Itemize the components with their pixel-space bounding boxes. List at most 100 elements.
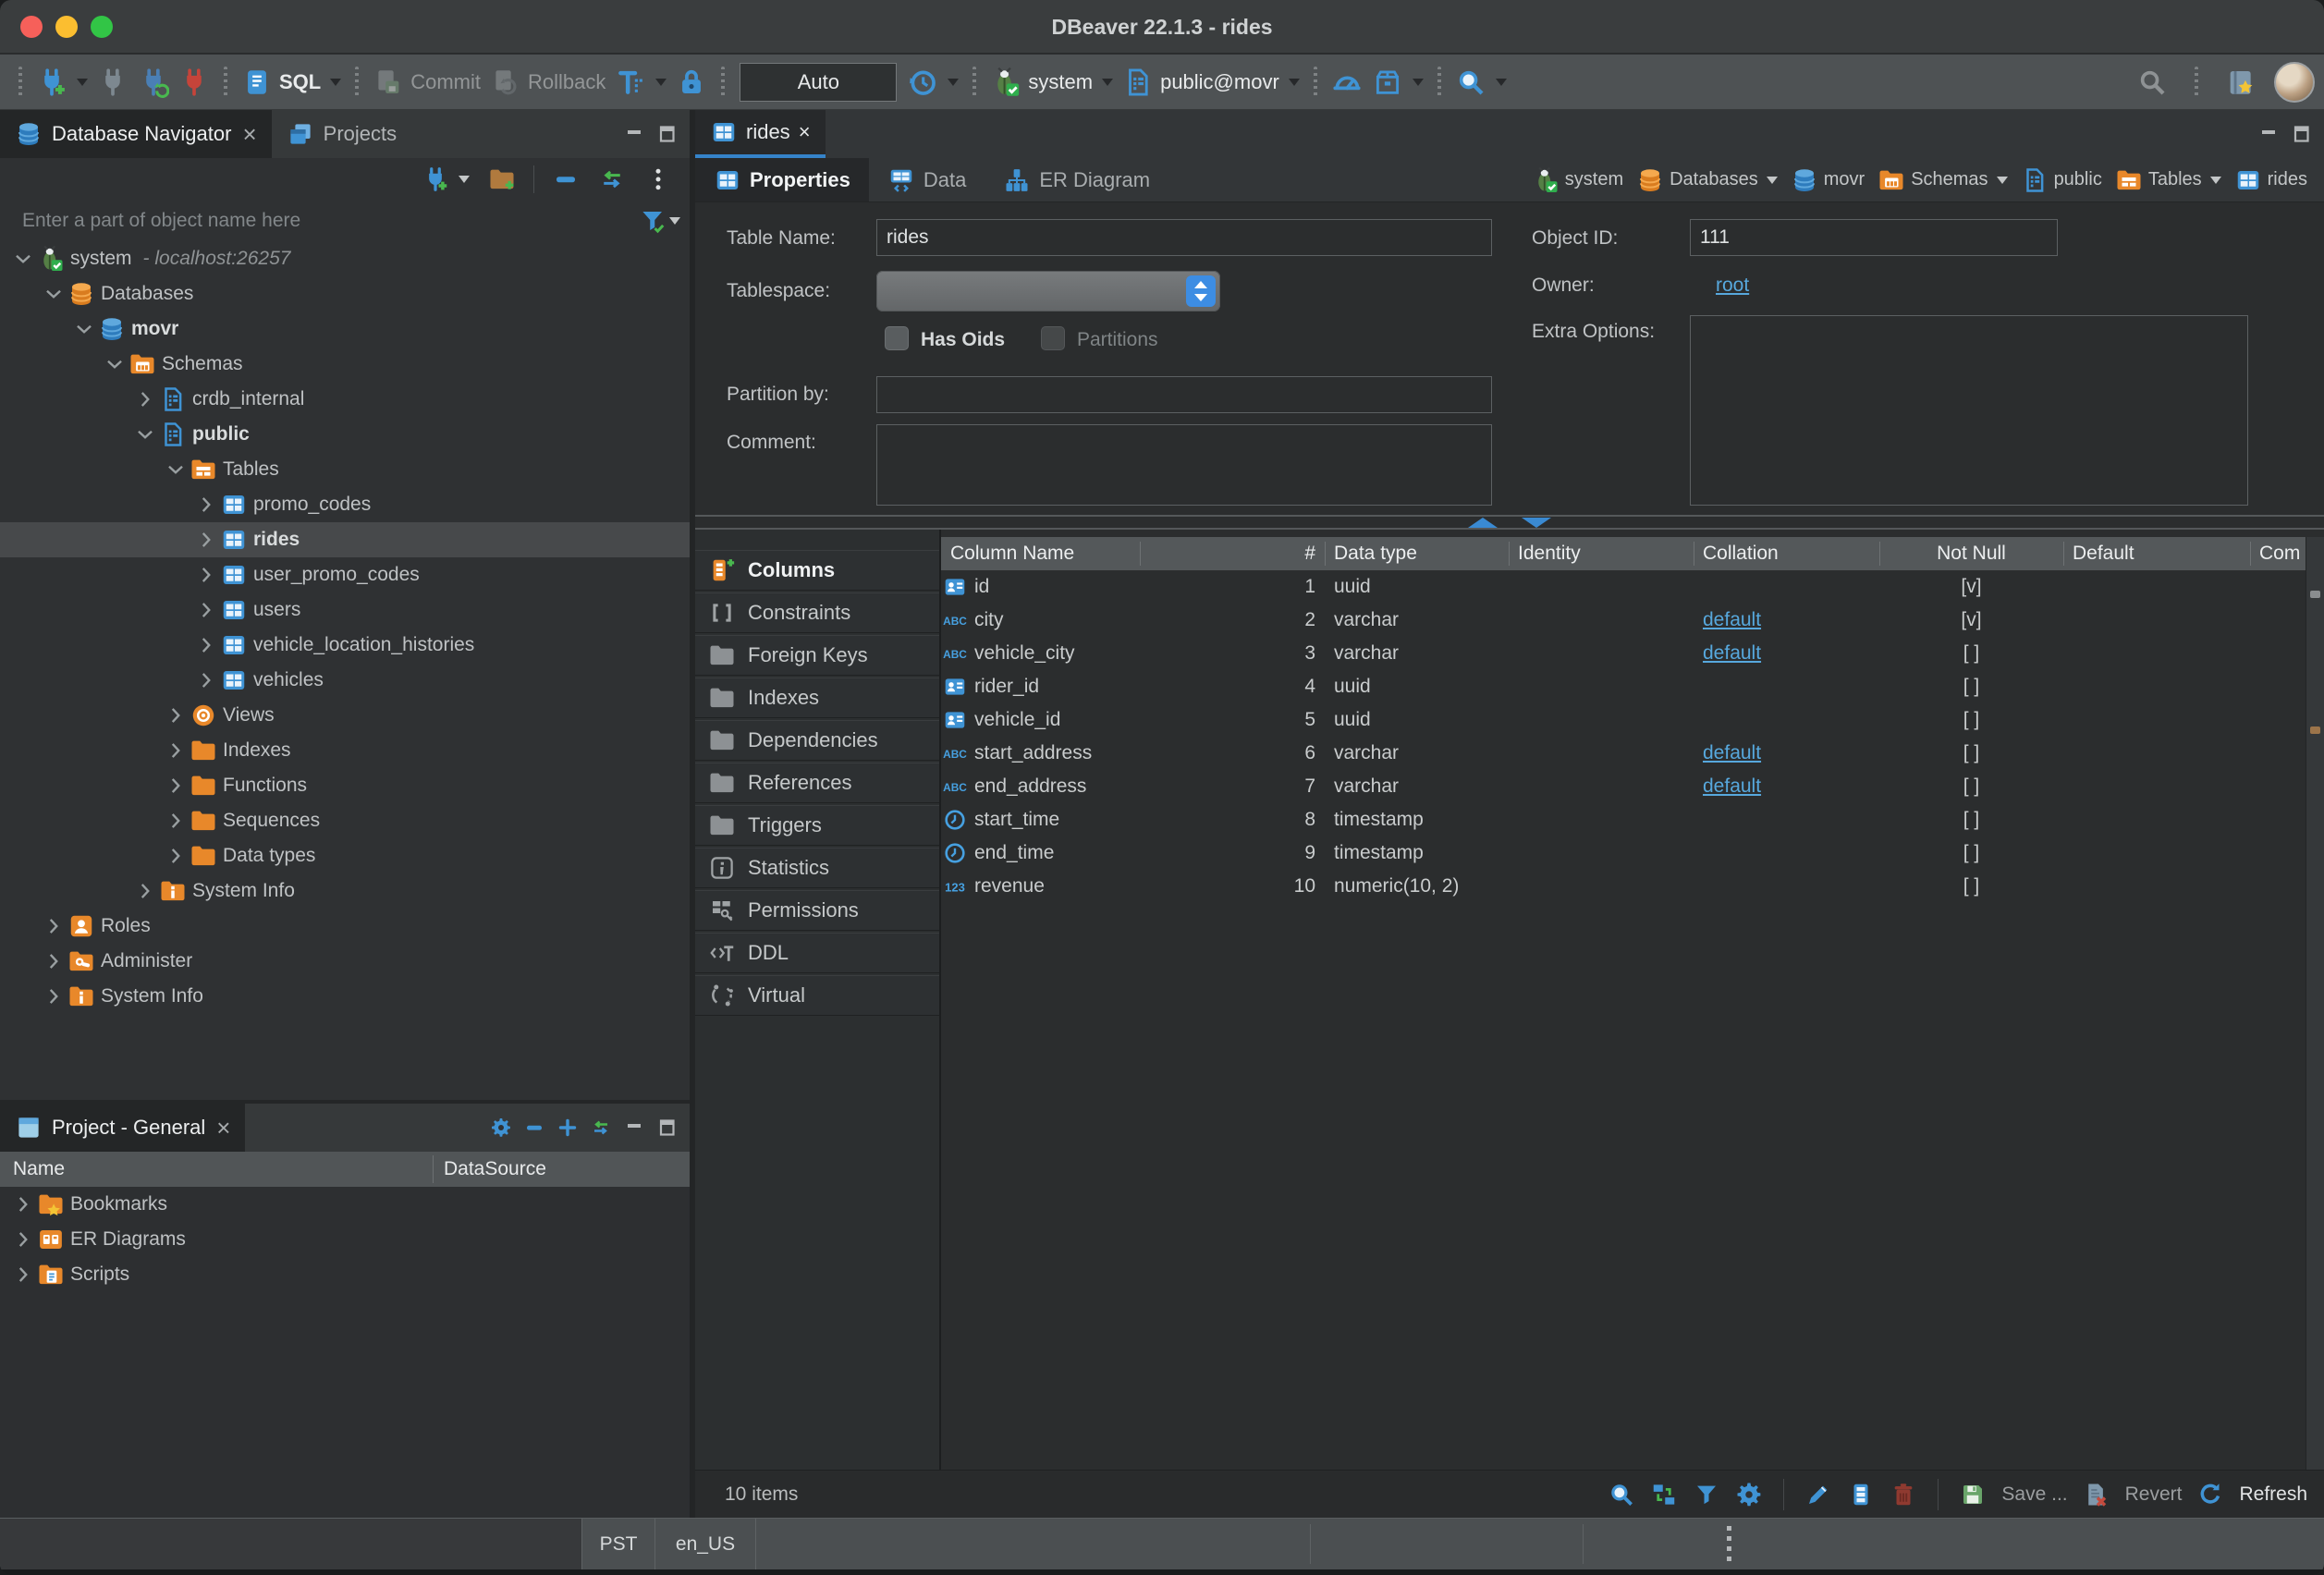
statusbar-drag-handle[interactable] <box>1727 1526 1731 1563</box>
grid-row-end_time[interactable]: end_time9timestamp[ ] <box>941 836 2306 870</box>
chevron-right-icon[interactable] <box>164 774 188 798</box>
chevron-right-icon[interactable] <box>194 528 218 552</box>
tree-item-crdb-internal[interactable]: crdb_internal <box>0 382 690 417</box>
chevron-down-icon[interactable] <box>11 247 35 271</box>
section-tab-ddl[interactable]: DDL <box>695 933 939 973</box>
revert-icon[interactable] <box>2083 1481 2110 1508</box>
grid-header-default[interactable]: Default <box>2063 537 2250 570</box>
close-icon[interactable]: × <box>242 120 256 149</box>
view-menu-button[interactable] <box>640 165 677 193</box>
column-header-datasource[interactable]: DataSource <box>444 1158 546 1180</box>
database-selector[interactable]: public@movr <box>1118 67 1304 98</box>
cell-collation[interactable] <box>1694 803 1879 836</box>
search-metadata-button[interactable] <box>1450 67 1511 98</box>
delete-icon[interactable] <box>1890 1481 1917 1508</box>
chevron-right-icon[interactable] <box>164 739 188 763</box>
grid-row-end_address[interactable]: ABCend_address7varchardefault[ ] <box>941 770 2306 803</box>
section-tab-indexes[interactable]: Indexes <box>695 678 939 718</box>
nav-new-folder-button[interactable] <box>483 165 520 193</box>
save-icon[interactable] <box>1959 1481 1987 1508</box>
form-grid-splitter[interactable] <box>695 515 2324 530</box>
chevron-down-icon[interactable] <box>133 422 157 446</box>
tree-item-indexes[interactable]: Indexes <box>0 733 690 768</box>
chevron-right-icon[interactable] <box>42 984 66 1008</box>
grid-header-identity[interactable]: Identity <box>1509 537 1694 570</box>
expand-icon[interactable] <box>557 1117 579 1139</box>
table-name-input[interactable] <box>876 219 1492 256</box>
chevron-right-icon[interactable] <box>194 493 218 517</box>
breadcrumb-databases[interactable]: Databases <box>1636 166 1778 194</box>
cell-collation[interactable] <box>1694 703 1879 737</box>
collation-link[interactable]: default <box>1703 775 1761 797</box>
chevron-right-icon[interactable] <box>133 879 157 903</box>
grid-settings-icon[interactable] <box>1735 1481 1763 1508</box>
panel-maximize-icon[interactable] <box>2291 123 2313 145</box>
collapse-all-button[interactable] <box>547 165 584 193</box>
grid-header-comment[interactable]: Comment <box>2250 537 2300 570</box>
transaction-log-button[interactable] <box>610 67 671 98</box>
chevron-right-icon[interactable] <box>11 1227 35 1251</box>
avatar[interactable] <box>2274 62 2315 103</box>
tablespace-select[interactable] <box>876 271 1220 311</box>
cell-collation[interactable]: default <box>1694 604 1879 637</box>
cell-name[interactable]: start_time <box>941 803 1140 836</box>
close-icon[interactable]: × <box>216 1114 230 1142</box>
grid-filter-icon[interactable] <box>1693 1481 1720 1508</box>
refresh-button[interactable]: Refresh <box>2239 1483 2307 1506</box>
section-tab-statistics[interactable]: Statistics <box>695 848 939 888</box>
timezone-indicator[interactable]: PST <box>582 1519 655 1569</box>
lock-button[interactable] <box>671 67 712 98</box>
quick-search-button[interactable] <box>2132 67 2172 98</box>
subtab-properties[interactable]: Properties <box>695 158 869 201</box>
breadcrumb-tables[interactable]: Tables <box>2115 166 2221 194</box>
panel-minimize-icon[interactable] <box>623 1117 645 1139</box>
filter-caret[interactable] <box>669 217 680 225</box>
cell-collation[interactable] <box>1694 836 1879 870</box>
subtab-data[interactable]: Data <box>869 158 985 201</box>
chevron-down-icon[interactable] <box>42 282 66 306</box>
chevron-right-icon[interactable] <box>42 949 66 973</box>
chevron-right-icon[interactable] <box>11 1192 35 1216</box>
revert-button[interactable]: Revert <box>2125 1483 2183 1506</box>
cell-name[interactable]: id <box>941 570 1140 604</box>
grid-row-city[interactable]: ABCcity2varchardefault[v] <box>941 604 2306 637</box>
panel-minimize-icon[interactable] <box>2257 123 2280 145</box>
tree-item-system-info[interactable]: System Info <box>0 873 690 909</box>
cell-name[interactable]: vehicle_id <box>941 703 1140 737</box>
chevron-right-icon[interactable] <box>133 387 157 411</box>
tab-project-general[interactable]: Project - General × <box>0 1104 245 1152</box>
section-tab-permissions[interactable]: Permissions <box>695 890 939 931</box>
cell-name[interactable]: ABCvehicle_city <box>941 637 1140 670</box>
chevron-right-icon[interactable] <box>164 703 188 727</box>
breadcrumb-system[interactable]: system <box>1532 166 1623 194</box>
grid-header-not_null[interactable]: Not Null <box>1879 537 2063 570</box>
breadcrumb-caret[interactable] <box>2210 177 2221 184</box>
chevron-down-icon[interactable] <box>72 317 96 341</box>
rollback-button[interactable]: Rollback <box>485 67 610 98</box>
owner-link[interactable]: root <box>1716 275 1749 297</box>
chevron-down-icon[interactable] <box>164 458 188 482</box>
editor-tab-rides[interactable]: rides × <box>695 110 826 158</box>
panel-maximize-icon[interactable] <box>656 1117 679 1139</box>
tree-item-public[interactable]: public <box>0 417 690 452</box>
grid-header-num[interactable]: # <box>1140 537 1325 570</box>
close-icon[interactable]: × <box>799 120 811 144</box>
tree-item-databases[interactable]: Databases <box>0 276 690 311</box>
tree-item-functions[interactable]: Functions <box>0 768 690 803</box>
breadcrumb-public[interactable]: public <box>2021 166 2102 194</box>
section-tab-references[interactable]: References <box>695 763 939 803</box>
collation-link[interactable]: default <box>1703 642 1761 664</box>
panel-minimize-icon[interactable] <box>623 123 645 145</box>
cell-name[interactable]: end_time <box>941 836 1140 870</box>
section-tab-constraints[interactable]: Constraints <box>695 592 939 633</box>
chevron-right-icon[interactable] <box>164 809 188 833</box>
chevron-right-icon[interactable] <box>42 914 66 938</box>
tree-item-sequences[interactable]: Sequences <box>0 803 690 838</box>
grid-row-vehicle_id[interactable]: vehicle_id5uuid[ ] <box>941 703 2306 737</box>
cell-collation[interactable]: default <box>1694 637 1879 670</box>
commit-mode-combo[interactable]: Auto <box>740 63 897 102</box>
cell-collation[interactable] <box>1694 670 1879 703</box>
breadcrumb-caret[interactable] <box>1997 177 2008 184</box>
section-tab-columns[interactable]: Columns <box>695 550 939 591</box>
grid-scrollbar[interactable] <box>2306 537 2324 1470</box>
